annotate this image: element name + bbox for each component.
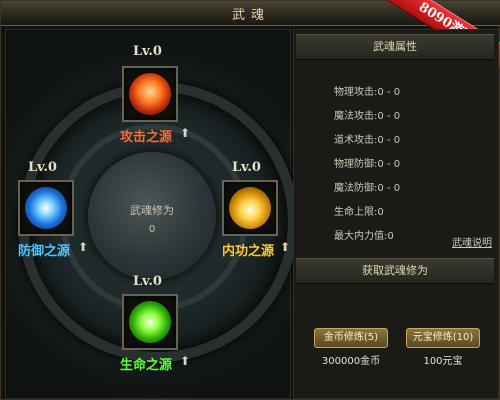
attack-level: Lv.0: [133, 44, 162, 59]
inner-force-source-slot[interactable]: [222, 180, 278, 236]
attr-magic-attack: 魔法攻击:0 - 0: [334, 111, 401, 122]
gold-cost-label: 300000金币: [321, 356, 381, 367]
defense-upgrade-arrow-icon[interactable]: ⬆: [78, 240, 88, 254]
defense-source-slot[interactable]: [18, 180, 74, 236]
attribute-panel: 武魂属性 物理攻击:0 - 0 魔法攻击:0 - 0 道术攻击:0 - 0 物理…: [293, 29, 499, 399]
attributes-header: 武魂属性: [296, 34, 494, 60]
attr-physical-attack: 物理攻击:0 - 0: [334, 87, 401, 98]
attack-source-slot[interactable]: [122, 66, 178, 122]
inner-force-level: Lv.0: [232, 160, 261, 175]
defense-source-label: 防御之源: [18, 244, 71, 259]
ingot-cost-label: 100元宝: [423, 356, 463, 367]
life-upgrade-arrow-icon[interactable]: ⬆: [180, 354, 190, 368]
cultivation-label: 武魂修为: [130, 204, 174, 217]
cultivation-value: 0: [148, 224, 156, 235]
life-level: Lv.0: [133, 274, 162, 289]
wuhun-help-link[interactable]: 武魂说明: [452, 234, 492, 249]
inner-force-source-label: 内功之源: [222, 244, 275, 259]
attr-physical-defense: 物理防御:0 - 0: [334, 159, 401, 170]
fire-orb-icon: [129, 73, 171, 115]
inner-force-upgrade-arrow-icon[interactable]: ⬆: [280, 240, 290, 254]
gold-cultivate-button[interactable]: 金币修炼(5): [314, 328, 388, 348]
wuhun-window: 武魂 8090游戏 武魂修为 0 Lv.0 攻击之源 ⬆ Lv.0 防御之源 ⬆…: [0, 0, 500, 400]
defense-level: Lv.0: [28, 160, 57, 175]
cultivate-header: 获取武魂修为: [296, 258, 494, 284]
attr-magic-defense: 魔法防御:0 - 0: [334, 183, 401, 194]
attr-max-hp: 生命上限:0: [334, 207, 384, 218]
ingot-cultivate-button[interactable]: 元宝修炼(10): [406, 328, 480, 348]
light-orb-icon: [229, 187, 271, 229]
attack-source-label: 攻击之源: [120, 130, 173, 145]
nature-orb-icon: [129, 301, 171, 343]
ice-orb-icon: [25, 187, 67, 229]
life-source-slot[interactable]: [122, 294, 178, 350]
life-source-label: 生命之源: [120, 358, 173, 373]
soul-wheel-panel: 武魂修为 0 Lv.0 攻击之源 ⬆ Lv.0 防御之源 ⬆ Lv.0 内功之源…: [5, 29, 298, 399]
attack-upgrade-arrow-icon[interactable]: ⬆: [180, 126, 190, 140]
attr-taoist-attack: 道术攻击:0 - 0: [334, 135, 401, 146]
soul-core: 武魂修为 0: [88, 152, 216, 280]
